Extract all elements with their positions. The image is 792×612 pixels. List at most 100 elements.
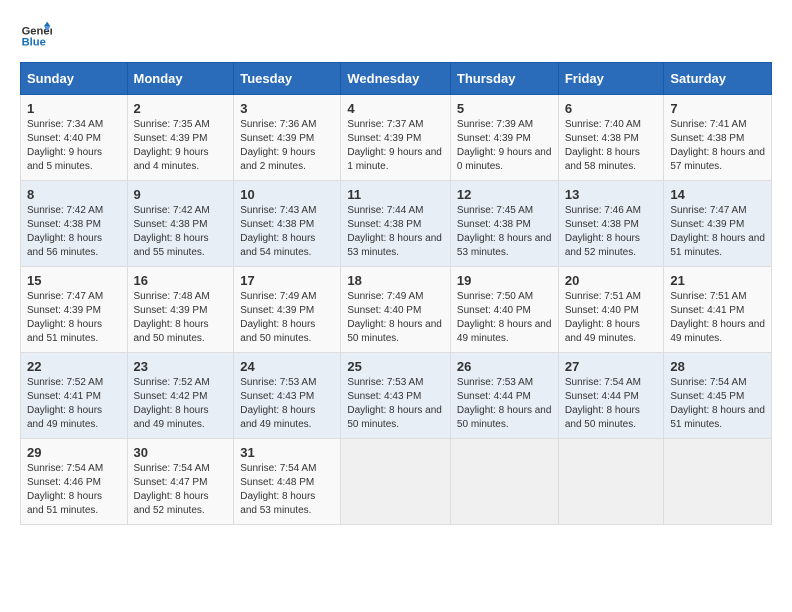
calendar-cell: 13 Sunrise: 7:46 AMSunset: 4:38 PMDayligh…: [558, 181, 664, 267]
calendar-cell: 10 Sunrise: 7:43 AMSunset: 4:38 PMDayligh…: [234, 181, 341, 267]
calendar-cell: 20 Sunrise: 7:51 AMSunset: 4:40 PMDayligh…: [558, 267, 664, 353]
day-number: 17: [240, 273, 334, 288]
logo-icon: General Blue: [20, 20, 52, 52]
weekday-header-thursday: Thursday: [450, 63, 558, 95]
logo: General Blue: [20, 20, 52, 52]
calendar-cell: 1 Sunrise: 7:34 AMSunset: 4:40 PMDaylight…: [21, 95, 128, 181]
day-info: Sunrise: 7:49 AMSunset: 4:39 PMDaylight:…: [240, 291, 316, 344]
day-info: Sunrise: 7:35 AMSunset: 4:39 PMDaylight:…: [134, 119, 210, 172]
calendar-cell: 23 Sunrise: 7:52 AMSunset: 4:42 PMDayligh…: [127, 353, 234, 439]
calendar-cell: 3 Sunrise: 7:36 AMSunset: 4:39 PMDaylight…: [234, 95, 341, 181]
day-number: 18: [347, 273, 444, 288]
calendar-cell: 31 Sunrise: 7:54 AMSunset: 4:48 PMDayligh…: [234, 439, 341, 525]
day-info: Sunrise: 7:37 AMSunset: 4:39 PMDaylight:…: [347, 119, 442, 172]
day-info: Sunrise: 7:43 AMSunset: 4:38 PMDaylight:…: [240, 205, 316, 258]
day-info: Sunrise: 7:54 AMSunset: 4:48 PMDaylight:…: [240, 463, 316, 516]
day-info: Sunrise: 7:52 AMSunset: 4:41 PMDaylight:…: [27, 377, 103, 430]
day-info: Sunrise: 7:44 AMSunset: 4:38 PMDaylight:…: [347, 205, 442, 258]
calendar-cell: 7 Sunrise: 7:41 AMSunset: 4:38 PMDaylight…: [664, 95, 772, 181]
day-info: Sunrise: 7:53 AMSunset: 4:43 PMDaylight:…: [347, 377, 442, 430]
calendar-cell: 26 Sunrise: 7:53 AMSunset: 4:44 PMDayligh…: [450, 353, 558, 439]
calendar-cell: 24 Sunrise: 7:53 AMSunset: 4:43 PMDayligh…: [234, 353, 341, 439]
calendar-table: SundayMondayTuesdayWednesdayThursdayFrid…: [20, 62, 772, 525]
calendar-cell: 30 Sunrise: 7:54 AMSunset: 4:47 PMDayligh…: [127, 439, 234, 525]
weekday-header-wednesday: Wednesday: [341, 63, 451, 95]
calendar-cell: 21 Sunrise: 7:51 AMSunset: 4:41 PMDayligh…: [664, 267, 772, 353]
calendar-cell: 15Sunrise: 7:47 AMSunset: 4:39 PMDayligh…: [21, 267, 128, 353]
calendar-cell: 28 Sunrise: 7:54 AMSunset: 4:45 PMDayligh…: [664, 353, 772, 439]
calendar-week-4: 22 Sunrise: 7:52 AMSunset: 4:41 PMDayligh…: [21, 353, 772, 439]
day-info: Sunrise: 7:51 AMSunset: 4:41 PMDaylight:…: [670, 291, 765, 344]
day-info: Sunrise: 7:45 AMSunset: 4:38 PMDaylight:…: [457, 205, 552, 258]
day-info: Sunrise: 7:53 AMSunset: 4:44 PMDaylight:…: [457, 377, 552, 430]
calendar-cell: [558, 439, 664, 525]
day-number: 24: [240, 359, 334, 374]
page-container: General Blue SundayMondayTuesdayWednesda…: [20, 20, 772, 525]
day-number: 30: [134, 445, 228, 460]
day-number: 14: [670, 187, 765, 202]
day-number: 22: [27, 359, 121, 374]
day-info: Sunrise: 7:54 AMSunset: 4:46 PMDaylight:…: [27, 463, 103, 516]
day-info: Sunrise: 7:52 AMSunset: 4:42 PMDaylight:…: [134, 377, 210, 430]
day-number: 4: [347, 101, 444, 116]
calendar-cell: 2 Sunrise: 7:35 AMSunset: 4:39 PMDaylight…: [127, 95, 234, 181]
calendar-cell: 12 Sunrise: 7:45 AMSunset: 4:38 PMDayligh…: [450, 181, 558, 267]
day-number: 27: [565, 359, 658, 374]
day-number: 28: [670, 359, 765, 374]
day-number: 20: [565, 273, 658, 288]
day-info: Sunrise: 7:34 AMSunset: 4:40 PMDaylight:…: [27, 119, 103, 172]
day-number: 19: [457, 273, 552, 288]
day-number: 1: [27, 101, 121, 116]
calendar-cell: 14 Sunrise: 7:47 AMSunset: 4:39 PMDayligh…: [664, 181, 772, 267]
day-info: Sunrise: 7:48 AMSunset: 4:39 PMDaylight:…: [134, 291, 210, 344]
weekday-header-sunday: Sunday: [21, 63, 128, 95]
calendar-cell: [450, 439, 558, 525]
day-number: 9: [134, 187, 228, 202]
day-info: Sunrise: 7:39 AMSunset: 4:39 PMDaylight:…: [457, 119, 552, 172]
day-number: 26: [457, 359, 552, 374]
calendar-cell: 5 Sunrise: 7:39 AMSunset: 4:39 PMDaylight…: [450, 95, 558, 181]
day-info: Sunrise: 7:47 AMSunset: 4:39 PMDaylight:…: [670, 205, 765, 258]
day-number: 16: [134, 273, 228, 288]
day-number: 10: [240, 187, 334, 202]
day-info: Sunrise: 7:40 AMSunset: 4:38 PMDaylight:…: [565, 119, 641, 172]
day-number: 31: [240, 445, 334, 460]
day-number: 5: [457, 101, 552, 116]
day-number: 2: [134, 101, 228, 116]
day-info: Sunrise: 7:53 AMSunset: 4:43 PMDaylight:…: [240, 377, 316, 430]
day-info: Sunrise: 7:54 AMSunset: 4:47 PMDaylight:…: [134, 463, 210, 516]
day-number: 25: [347, 359, 444, 374]
day-info: Sunrise: 7:54 AMSunset: 4:44 PMDaylight:…: [565, 377, 641, 430]
calendar-cell: 29Sunrise: 7:54 AMSunset: 4:46 PMDayligh…: [21, 439, 128, 525]
calendar-cell: 9 Sunrise: 7:42 AMSunset: 4:38 PMDaylight…: [127, 181, 234, 267]
day-info: Sunrise: 7:50 AMSunset: 4:40 PMDaylight:…: [457, 291, 552, 344]
day-info: Sunrise: 7:46 AMSunset: 4:38 PMDaylight:…: [565, 205, 641, 258]
calendar-cell: 27 Sunrise: 7:54 AMSunset: 4:44 PMDayligh…: [558, 353, 664, 439]
day-info: Sunrise: 7:54 AMSunset: 4:45 PMDaylight:…: [670, 377, 765, 430]
day-number: 7: [670, 101, 765, 116]
calendar-week-3: 15Sunrise: 7:47 AMSunset: 4:39 PMDayligh…: [21, 267, 772, 353]
day-info: Sunrise: 7:36 AMSunset: 4:39 PMDaylight:…: [240, 119, 316, 172]
calendar-cell: 18 Sunrise: 7:49 AMSunset: 4:40 PMDayligh…: [341, 267, 451, 353]
day-info: Sunrise: 7:41 AMSunset: 4:38 PMDaylight:…: [670, 119, 765, 172]
day-info: Sunrise: 7:51 AMSunset: 4:40 PMDaylight:…: [565, 291, 641, 344]
calendar-cell: 8Sunrise: 7:42 AMSunset: 4:38 PMDaylight…: [21, 181, 128, 267]
svg-text:Blue: Blue: [22, 37, 46, 49]
calendar-cell: 4 Sunrise: 7:37 AMSunset: 4:39 PMDaylight…: [341, 95, 451, 181]
calendar-cell: 11Sunrise: 7:44 AMSunset: 4:38 PMDayligh…: [341, 181, 451, 267]
calendar-cell: 22 Sunrise: 7:52 AMSunset: 4:41 PMDayligh…: [21, 353, 128, 439]
calendar-week-2: 8Sunrise: 7:42 AMSunset: 4:38 PMDaylight…: [21, 181, 772, 267]
day-number: 3: [240, 101, 334, 116]
calendar-cell: 6Sunrise: 7:40 AMSunset: 4:38 PMDaylight…: [558, 95, 664, 181]
calendar-cell: 16 Sunrise: 7:48 AMSunset: 4:39 PMDayligh…: [127, 267, 234, 353]
calendar-week-5: 29Sunrise: 7:54 AMSunset: 4:46 PMDayligh…: [21, 439, 772, 525]
calendar-week-1: 1 Sunrise: 7:34 AMSunset: 4:40 PMDaylight…: [21, 95, 772, 181]
day-number: 13: [565, 187, 658, 202]
day-number: 23: [134, 359, 228, 374]
day-info: Sunrise: 7:47 AMSunset: 4:39 PMDaylight:…: [27, 291, 103, 344]
day-info: Sunrise: 7:42 AMSunset: 4:38 PMDaylight:…: [134, 205, 210, 258]
day-info: Sunrise: 7:49 AMSunset: 4:40 PMDaylight:…: [347, 291, 442, 344]
day-number: 21: [670, 273, 765, 288]
calendar-cell: [664, 439, 772, 525]
day-number: 12: [457, 187, 552, 202]
